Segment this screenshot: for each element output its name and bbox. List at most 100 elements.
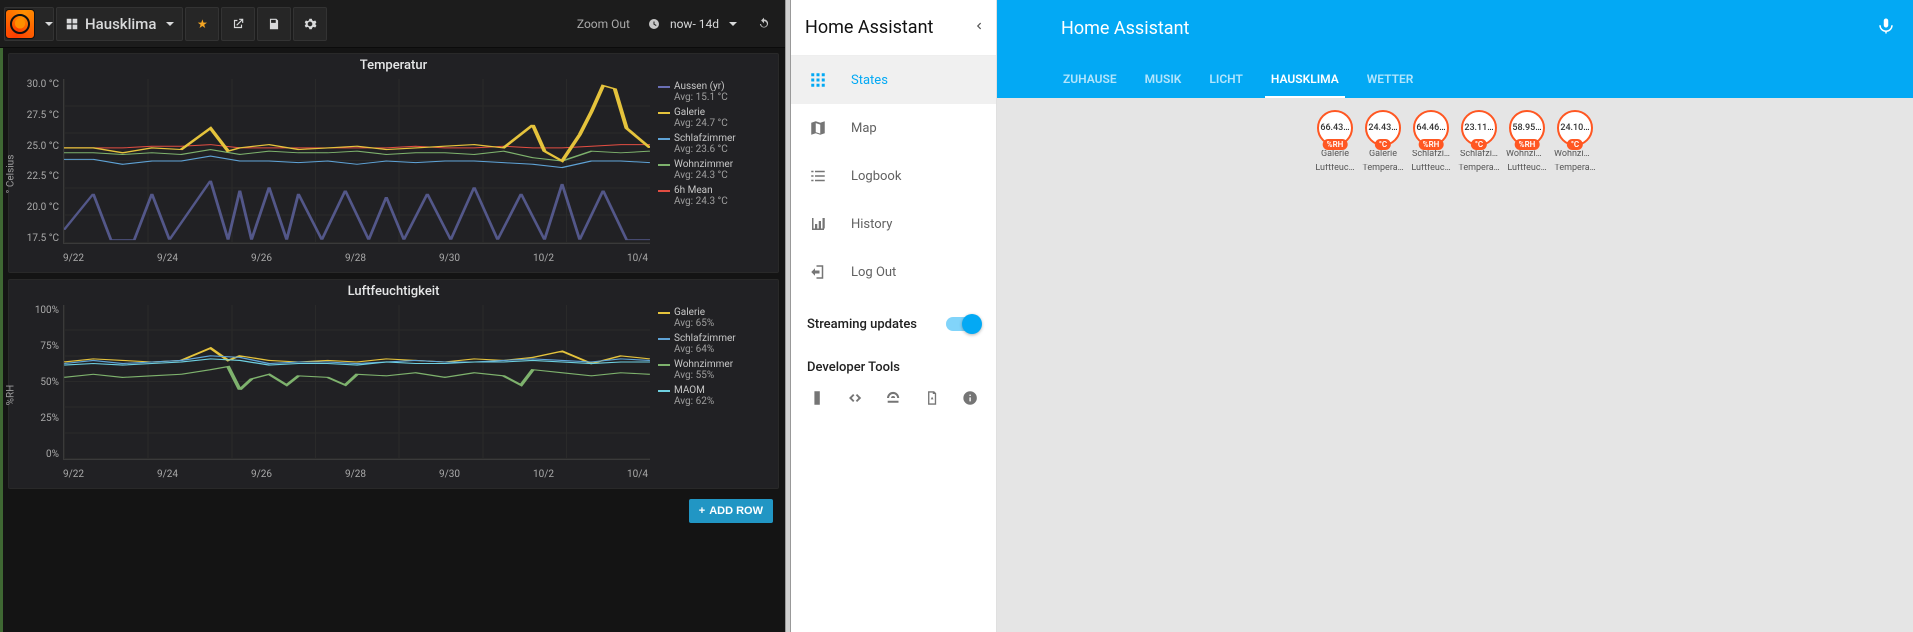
legend-series-avg: Avg: 15.1 °C [658, 92, 768, 103]
badge-label-1: Schlafzi… [1410, 150, 1452, 160]
x-tick: 9/24 [157, 253, 178, 264]
sensor-badge[interactable]: 24.10…°CWohnzim…Tempera… [1555, 110, 1595, 174]
tab-hausklima[interactable]: HAUSKLIMA [1269, 72, 1341, 98]
x-tick: 9/28 [345, 253, 366, 264]
ha-body: 66.43…%RHGalerieLuftfeuc…24.43…°CGalerie… [997, 98, 1913, 632]
legend-series[interactable]: MAOMAvg: 62% [658, 385, 768, 407]
plot-area[interactable] [63, 79, 650, 244]
sensor-badge[interactable]: 23.11…°CSchlafzi…Tempera… [1459, 110, 1499, 174]
remote-icon[interactable] [809, 389, 825, 407]
share-button[interactable] [221, 7, 255, 41]
dashboard-picker[interactable]: Hausklima [56, 7, 183, 41]
legend-series[interactable]: SchlafzimmerAvg: 64% [658, 333, 768, 355]
template-icon[interactable] [924, 389, 940, 407]
zoom-out-button[interactable]: Zoom Out [569, 17, 638, 31]
code-icon[interactable] [847, 389, 863, 407]
grafana-logo-icon [5, 9, 35, 39]
x-tick: 9/22 [63, 469, 84, 480]
collapse-sidebar-button[interactable] [974, 20, 984, 35]
grafana-logo-menu[interactable] [4, 7, 54, 41]
badge-unit: °C [1471, 139, 1487, 150]
legend-series-name: MAOM [674, 385, 705, 396]
ha-tabs: ZUHAUSE MUSIK LICHT HAUSKLIMA WETTER [997, 56, 1913, 98]
tab-zuhause[interactable]: ZUHAUSE [1061, 72, 1119, 98]
clock-icon [648, 18, 660, 30]
panel-title: Temperatur [9, 54, 778, 75]
badge-value: 58.95… [1512, 123, 1541, 133]
sensor-badge[interactable]: 58.95…%RHWohnzim…Luftfeuc… [1507, 110, 1547, 174]
chart-icon [809, 215, 827, 233]
star-button[interactable]: ★ [185, 7, 219, 41]
list-icon [809, 167, 827, 185]
x-tick: 9/22 [63, 253, 84, 264]
sidebar-item-label: States [851, 73, 888, 88]
plot-area[interactable] [63, 305, 650, 460]
legend-swatch [658, 112, 670, 114]
badge-unit: °C [1567, 139, 1583, 150]
plus-icon: + [699, 505, 705, 517]
chart-lines [64, 79, 650, 243]
grafana-edge-stripe [0, 48, 3, 632]
sidebar-item-map[interactable]: Map [791, 104, 996, 152]
y-axis-ticks: 30.0 °C 27.5 °C 25.0 °C 22.5 °C 20.0 °C … [15, 79, 63, 244]
legend-series[interactable]: 6h MeanAvg: 24.3 °C [658, 185, 768, 207]
legend-swatch [658, 164, 670, 166]
legend-series-avg: Avg: 55% [658, 370, 768, 381]
tab-musik[interactable]: MUSIK [1143, 72, 1184, 98]
ha-sidebar-title: Home Assistant [805, 17, 933, 38]
badge-label-1: Galerie [1314, 150, 1356, 160]
tab-licht[interactable]: LICHT [1207, 72, 1245, 98]
sensor-badge[interactable]: 66.43…%RHGalerieLuftfeuc… [1315, 110, 1355, 174]
time-range-picker[interactable]: now- 14d [640, 7, 745, 41]
legend-series-avg: Avg: 62% [658, 396, 768, 407]
legend-series[interactable]: GalerieAvg: 24.7 °C [658, 107, 768, 129]
add-row-button[interactable]: + ADD ROW [689, 499, 773, 523]
sidebar-item-label: Logbook [851, 169, 901, 184]
tab-wetter[interactable]: WETTER [1365, 72, 1416, 98]
sidebar-item-log-out[interactable]: Log Out [791, 248, 996, 296]
legend-swatch [658, 364, 670, 366]
legend-series[interactable]: Aussen (yr)Avg: 15.1 °C [658, 81, 768, 103]
legend-series-name: 6h Mean [674, 185, 713, 196]
badge-unit: %RH [1323, 139, 1348, 150]
sidebar-item-logbook[interactable]: Logbook [791, 152, 996, 200]
refresh-button[interactable] [747, 7, 781, 41]
mqtt-icon[interactable] [885, 389, 901, 407]
sidebar-item-states[interactable]: States [791, 56, 996, 104]
legend-series-avg: Avg: 24.3 °C [658, 170, 768, 181]
ha-sidebar: Home Assistant States Map Logbook History Lo… [791, 0, 997, 632]
legend-series[interactable]: SchlafzimmerAvg: 23.6 °C [658, 133, 768, 155]
dashboard-grid-icon [65, 17, 79, 31]
legend-series-name: Galerie [674, 107, 705, 118]
legend-series[interactable]: WohnzimmerAvg: 55% [658, 359, 768, 381]
legend-series[interactable]: GalerieAvg: 65% [658, 307, 768, 329]
legend-series[interactable]: WohnzimmerAvg: 24.3 °C [658, 159, 768, 181]
sensor-badge[interactable]: 24.43…°CGalerieTempera… [1363, 110, 1403, 174]
badge-ring: 66.43…%RH [1317, 110, 1353, 146]
ha-main: Home Assistant ZUHAUSEMUSIKLICHTHAUSKLIM… [997, 0, 1913, 632]
gear-icon [303, 17, 317, 31]
map-icon [809, 119, 827, 137]
x-tick: 10/2 [533, 253, 554, 264]
dashboard-title: Hausklima [85, 15, 156, 33]
sidebar-item-label: Log Out [851, 265, 896, 280]
grafana-topbar: Hausklima ★ Zoom Out now- 14d [0, 0, 785, 48]
voice-button[interactable] [1877, 17, 1895, 39]
sensor-badge[interactable]: 64.46…%RHSchlafzi…Luftfeuc… [1411, 110, 1451, 174]
x-axis-ticks: 9/229/249/269/289/3010/210/4 [63, 253, 648, 264]
panel-temperatur[interactable]: Temperatur ° Celsius 30.0 °C 27.5 °C 25.… [8, 53, 779, 273]
save-button[interactable] [257, 7, 291, 41]
badge-label-1: Galerie [1362, 150, 1404, 160]
legend-series-avg: Avg: 65% [658, 318, 768, 329]
legend-series-name: Wohnzimmer [674, 159, 733, 170]
info-icon[interactable] [962, 389, 978, 407]
time-range-label: now- 14d [670, 17, 719, 31]
ha-nav: States Map Logbook History Log Out [791, 56, 996, 296]
panel-luftfeuchtigkeit[interactable]: Luftfeuchtigkeit %RH 100% 75% 50% 25% 0% [8, 279, 779, 489]
badge-value: 24.10… [1560, 123, 1589, 133]
y-axis-ticks: 100% 75% 50% 25% 0% [15, 305, 63, 460]
sidebar-item-history[interactable]: History [791, 200, 996, 248]
badge-value: 66.43… [1320, 123, 1349, 133]
settings-button[interactable] [293, 7, 327, 41]
streaming-toggle[interactable] [946, 317, 980, 331]
